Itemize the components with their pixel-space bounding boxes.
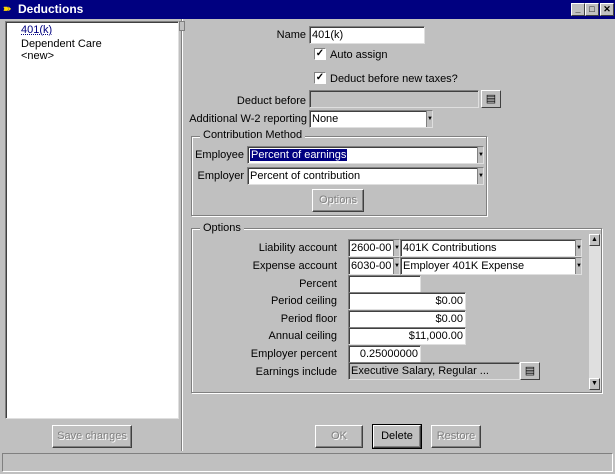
auto-assign-checkbox[interactable]: ✓	[314, 48, 326, 60]
w2-reporting-value: None	[312, 113, 339, 125]
deduct-before-label: Deduct before	[236, 95, 306, 107]
w2-reporting-label: Additional W-2 reporting	[189, 113, 307, 125]
liability-account-name: 401K Contributions	[403, 242, 497, 254]
dropdown-arrow-icon[interactable]: ▼	[477, 168, 483, 184]
dropdown-arrow-icon[interactable]: ▼	[426, 111, 432, 127]
title-bar[interactable]: ➽ Deductions _ □ ✕	[0, 0, 615, 19]
earnings-include-label: Earnings include	[255, 366, 337, 378]
lookup-list-icon[interactable]: ▤	[481, 90, 501, 108]
deduct-before-taxes-checkbox[interactable]: ✓	[314, 72, 326, 84]
dropdown-arrow-icon[interactable]: ▼	[477, 147, 483, 163]
employee-label: Employee	[195, 149, 244, 161]
minimize-button[interactable]: _	[571, 3, 585, 16]
contribution-method-title: Contribution Method	[200, 129, 306, 142]
splitter[interactable]	[181, 19, 183, 451]
percent-label: Percent	[299, 278, 337, 290]
employer-method-select[interactable]: Percent of contribution ▼	[247, 167, 484, 185]
maximize-button[interactable]: □	[585, 3, 599, 16]
deduct-before-field[interactable]	[309, 90, 479, 108]
dropdown-arrow-icon[interactable]: ▼	[393, 240, 399, 256]
percent-input[interactable]	[348, 275, 421, 293]
name-label: Name	[276, 29, 306, 41]
annual-ceiling-input[interactable]: $11,000.00	[348, 327, 466, 345]
window-title: Deductions	[18, 2, 84, 16]
name-input[interactable]: 401(k)	[309, 26, 425, 44]
employee-method-select[interactable]: Percent of earnings ▼	[247, 146, 484, 164]
options-button[interactable]: Options	[312, 189, 364, 212]
lookup-list-icon[interactable]: ▤	[520, 362, 540, 380]
list-item[interactable]: 401(k)	[21, 24, 52, 36]
options-title: Options	[200, 222, 244, 235]
close-button[interactable]: ✕	[600, 3, 614, 16]
liability-account-label: Liability account	[258, 242, 337, 254]
expense-account-name-select[interactable]: Employer 401K Expense ▼	[400, 257, 582, 275]
options-scrollbar[interactable]	[589, 234, 601, 390]
dropdown-arrow-icon[interactable]: ▼	[575, 240, 581, 256]
employer-method-value: Percent of contribution	[250, 170, 361, 182]
scroll-down-icon[interactable]: ▼	[589, 378, 600, 390]
deduct-before-taxes-label: Deduct before new taxes?	[330, 73, 458, 85]
dropdown-arrow-icon[interactable]: ▼	[393, 258, 399, 274]
employer-percent-label: Employer percent	[250, 348, 337, 360]
list-item[interactable]: Dependent Care	[21, 38, 102, 50]
annual-ceiling-label: Annual ceiling	[268, 330, 338, 342]
deductions-list[interactable]: 401(k) Dependent Care <new>	[5, 21, 179, 419]
employer-percent-input[interactable]: 0.25000000	[348, 345, 421, 363]
list-item[interactable]: <new>	[21, 50, 54, 62]
restore-button[interactable]: Restore	[431, 425, 481, 448]
w2-reporting-select[interactable]: None ▼	[309, 110, 433, 128]
employer-label: Employer	[197, 170, 244, 182]
delete-button[interactable]: Delete	[373, 425, 421, 448]
expense-account-code: 6030-00	[351, 260, 392, 272]
period-floor-input[interactable]: $0.00	[348, 310, 466, 328]
period-ceiling-input[interactable]: $0.00	[348, 292, 466, 310]
liability-account-code-select[interactable]: 2600-00 ▼	[348, 239, 400, 257]
employee-method-value: Percent of earnings	[250, 149, 348, 161]
expense-account-label: Expense account	[252, 260, 337, 272]
expense-account-code-select[interactable]: 6030-00 ▼	[348, 257, 400, 275]
period-floor-label: Period floor	[280, 313, 337, 325]
dropdown-arrow-icon[interactable]: ▼	[575, 258, 581, 274]
ok-button[interactable]: OK	[315, 425, 363, 448]
expense-account-name: Employer 401K Expense	[403, 260, 525, 272]
earnings-include-field[interactable]: Executive Salary, Regular ...	[348, 362, 520, 380]
scroll-up-icon[interactable]: ▲	[589, 234, 600, 246]
status-bar	[2, 453, 613, 472]
auto-assign-label: Auto assign	[330, 49, 388, 61]
liability-account-code: 2600-00	[351, 242, 392, 254]
app-icon: ➽	[3, 4, 12, 15]
liability-account-name-select[interactable]: 401K Contributions ▼	[400, 239, 582, 257]
splitter-handle[interactable]	[179, 21, 185, 31]
save-changes-button[interactable]: Save changes	[52, 425, 132, 448]
period-ceiling-label: Period ceiling	[270, 295, 337, 307]
